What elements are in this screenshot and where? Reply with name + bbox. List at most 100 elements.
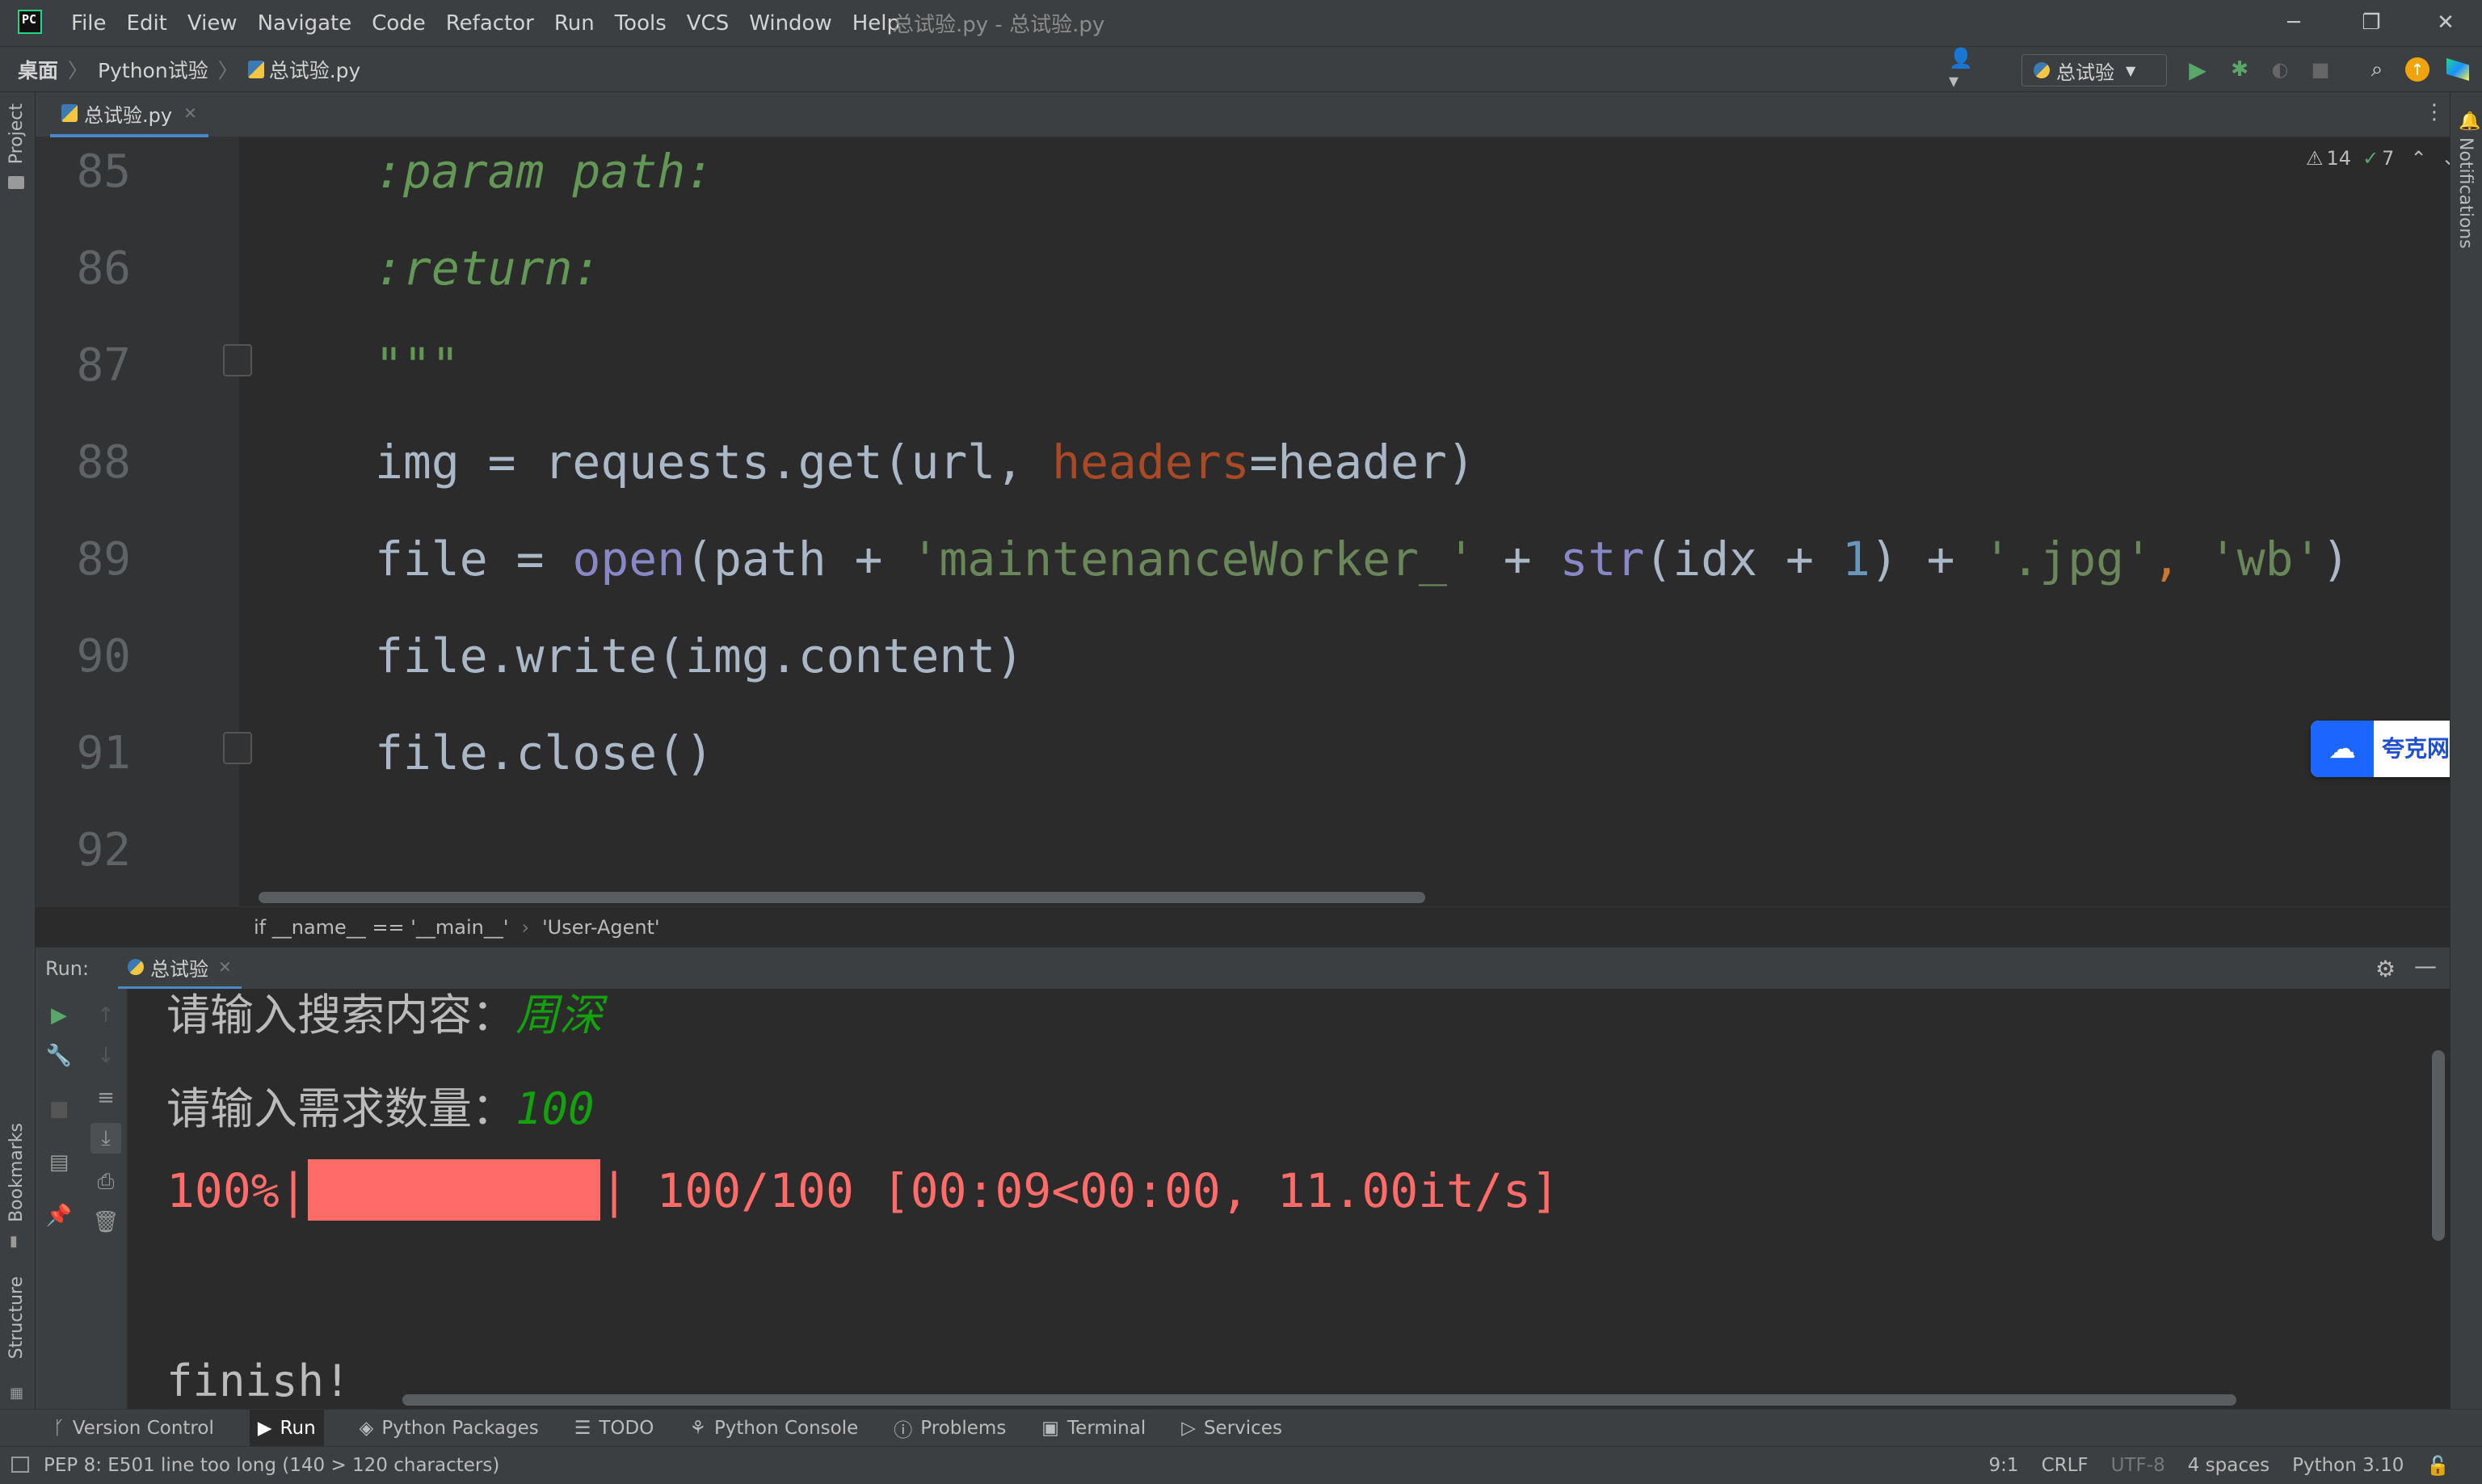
search-icon[interactable]: ⌕	[2361, 53, 2393, 86]
console-line: 请输入搜索内容：周深	[166, 989, 603, 1043]
code-token: file =	[375, 532, 573, 586]
lock-icon[interactable]: 🔓	[2426, 1455, 2450, 1477]
menu-run[interactable]: Run	[554, 11, 595, 36]
indent-setting[interactable]: 4 spaces	[2188, 1455, 2270, 1476]
menu-window[interactable]: Window	[749, 11, 832, 36]
wrench-icon[interactable]: 🔧	[44, 1040, 74, 1071]
editor-tab[interactable]: 总试验.py ✕	[50, 92, 208, 137]
code-breadcrumb-item[interactable]: 'User-Agent'	[542, 916, 660, 939]
tab-label: Services	[1203, 1417, 1282, 1439]
print-icon[interactable]: ⎙	[90, 1167, 121, 1197]
menu-file[interactable]: File	[71, 11, 107, 36]
horizontal-scrollbar[interactable]	[259, 892, 1425, 903]
console-vertical-scrollbar[interactable]	[2432, 1050, 2445, 1241]
layers-icon: ◈	[359, 1417, 374, 1439]
tab-problems[interactable]: ⓘ Problems	[894, 1410, 1006, 1447]
inspection-widget[interactable]: ⚠ 14 ✓ 7 ⌃ ⌄	[2306, 147, 2450, 170]
run-tab[interactable]: 总试验 ✕	[118, 948, 242, 990]
stop-icon[interactable]: ■	[2304, 53, 2337, 86]
structure-tool-button[interactable]: Structure	[6, 1276, 27, 1359]
menu-navigate[interactable]: Navigate	[258, 11, 352, 36]
bookmarks-tool-button[interactable]: Bookmarks	[6, 1123, 27, 1222]
folder-icon	[8, 176, 24, 189]
pycharm-logo-icon: PC	[18, 10, 42, 34]
caret-position[interactable]: 9:1	[1989, 1455, 2019, 1476]
notifications-label[interactable]: Notifications	[2455, 137, 2476, 249]
minimize-panel-icon[interactable]: —	[2414, 952, 2437, 979]
right-tool-strip: 🔔 Notifications	[2450, 92, 2482, 1409]
tab-services[interactable]: ▷ Services	[1181, 1410, 1282, 1447]
chevron-down-icon[interactable]: ⌄	[2442, 147, 2450, 170]
user-account-icon[interactable]: 👤▾	[1949, 47, 1981, 92]
fold-marker-icon[interactable]	[223, 344, 252, 376]
run-console[interactable]: 请输入搜索内容：周深 请输入需求数量：100 100%| | 100/100 [0…	[128, 989, 2450, 1409]
tab-run[interactable]: ▶ Run	[249, 1409, 324, 1447]
menu-vcs[interactable]: VCS	[687, 11, 729, 36]
status-message: PEP 8: E501 line too long (140 > 120 cha…	[44, 1455, 500, 1476]
gear-icon[interactable]: ⚙	[2375, 956, 2396, 982]
console-horizontal-scrollbar[interactable]	[402, 1394, 2236, 1406]
bell-icon[interactable]: 🔔	[2459, 111, 2480, 132]
code-breadcrumb-item[interactable]: if __name__ == '__main__'	[254, 916, 508, 939]
run-configuration-select[interactable]: 总试验 ▼	[2021, 54, 2167, 86]
code-token: 'maintenanceWorker_'	[911, 532, 1475, 586]
soft-wrap-icon[interactable]: ≡	[90, 1083, 121, 1113]
close-button[interactable]: ✕	[2409, 0, 2482, 46]
close-tab-icon[interactable]: ✕	[183, 103, 197, 123]
run-label: Run:	[45, 957, 90, 980]
bookmark-icon: ▮	[10, 1233, 18, 1250]
code-token: 'wb'	[2208, 532, 2322, 586]
run-icon[interactable]: ▶	[2181, 53, 2214, 86]
trash-icon[interactable]: 🗑	[90, 1207, 121, 1238]
project-tool-button[interactable]: Project	[6, 103, 27, 164]
menu-code[interactable]: Code	[372, 11, 426, 36]
restore-button[interactable]: ❐	[2335, 0, 2408, 46]
console-prompt: 请输入需求数量：	[166, 1083, 515, 1134]
debug-icon[interactable]: ✱	[2223, 53, 2256, 86]
more-options-icon[interactable]: ⋮	[2424, 100, 2445, 124]
tab-version-control[interactable]: ᚴ Version Control	[53, 1410, 214, 1447]
code-token: (path +	[685, 532, 911, 586]
menu-refactor[interactable]: Refactor	[446, 11, 534, 36]
code-token: ) +	[1870, 532, 1983, 586]
breadcrumb-folder[interactable]: Python试验	[98, 55, 208, 84]
minimize-button[interactable]: ─	[2257, 0, 2330, 46]
run-panel-header: Run: 总试验 ✕ ⚙ —	[36, 947, 2450, 990]
tab-terminal[interactable]: ▣ Terminal	[1041, 1410, 1146, 1447]
tab-todo[interactable]: ☰ TODO	[574, 1410, 654, 1447]
pin-icon[interactable]: 📌	[44, 1200, 74, 1231]
fold-marker-icon[interactable]	[223, 732, 252, 764]
rerun-icon[interactable]: ▶	[44, 1000, 74, 1031]
stop-icon[interactable]: ■	[44, 1094, 74, 1125]
python-interpreter[interactable]: Python 3.10	[2292, 1455, 2404, 1476]
layout-toggle-icon[interactable]	[11, 1457, 29, 1473]
arrow-down-icon[interactable]: ↓	[90, 1040, 121, 1071]
update-icon[interactable]: ↑	[2401, 53, 2434, 86]
layout-icon[interactable]: ▤	[44, 1147, 74, 1178]
arrow-up-icon[interactable]: ↑	[90, 1000, 121, 1031]
breadcrumb-desktop[interactable]: 桌面	[18, 55, 58, 84]
line-number: 91	[76, 727, 131, 780]
tab-python-packages[interactable]: ◈ Python Packages	[360, 1410, 539, 1447]
menu-view[interactable]: View	[187, 11, 238, 36]
close-tab-icon[interactable]: ✕	[218, 957, 232, 977]
tool-window-tabs: ᚴ Version Control ▶ Run ◈ Python Packages ☰…	[0, 1409, 2482, 1447]
coverage-icon[interactable]: ◐	[2264, 53, 2296, 86]
jetbrains-toolbox-icon[interactable]	[2442, 53, 2474, 86]
structure-icon: ▦	[10, 1385, 24, 1402]
menu-edit[interactable]: Edit	[127, 11, 167, 36]
menu-tools[interactable]: Tools	[615, 11, 667, 36]
tab-python-console[interactable]: ⚘ Python Console	[689, 1410, 858, 1447]
structure-label: Structure	[6, 1276, 27, 1360]
code-line-85: :param path:	[375, 144, 714, 199]
breadcrumb-file[interactable]: 总试验.py	[269, 55, 361, 84]
quark-cloud-widget[interactable]: ☁ 夸克网盘	[2311, 721, 2450, 777]
line-number: 89	[76, 533, 131, 586]
file-encoding[interactable]: UTF-8	[2111, 1455, 2165, 1476]
scroll-to-end-icon[interactable]: ⤓	[90, 1123, 121, 1154]
quark-label: 夸克网盘	[2382, 735, 2450, 762]
code-editor[interactable]: 85 86 87 88 89 90 91 92 :param path: :re…	[36, 137, 2450, 906]
line-separator[interactable]: CRLF	[2042, 1455, 2089, 1476]
chevron-up-icon[interactable]: ⌃	[2410, 147, 2426, 170]
console-line: finish!	[166, 1356, 351, 1406]
